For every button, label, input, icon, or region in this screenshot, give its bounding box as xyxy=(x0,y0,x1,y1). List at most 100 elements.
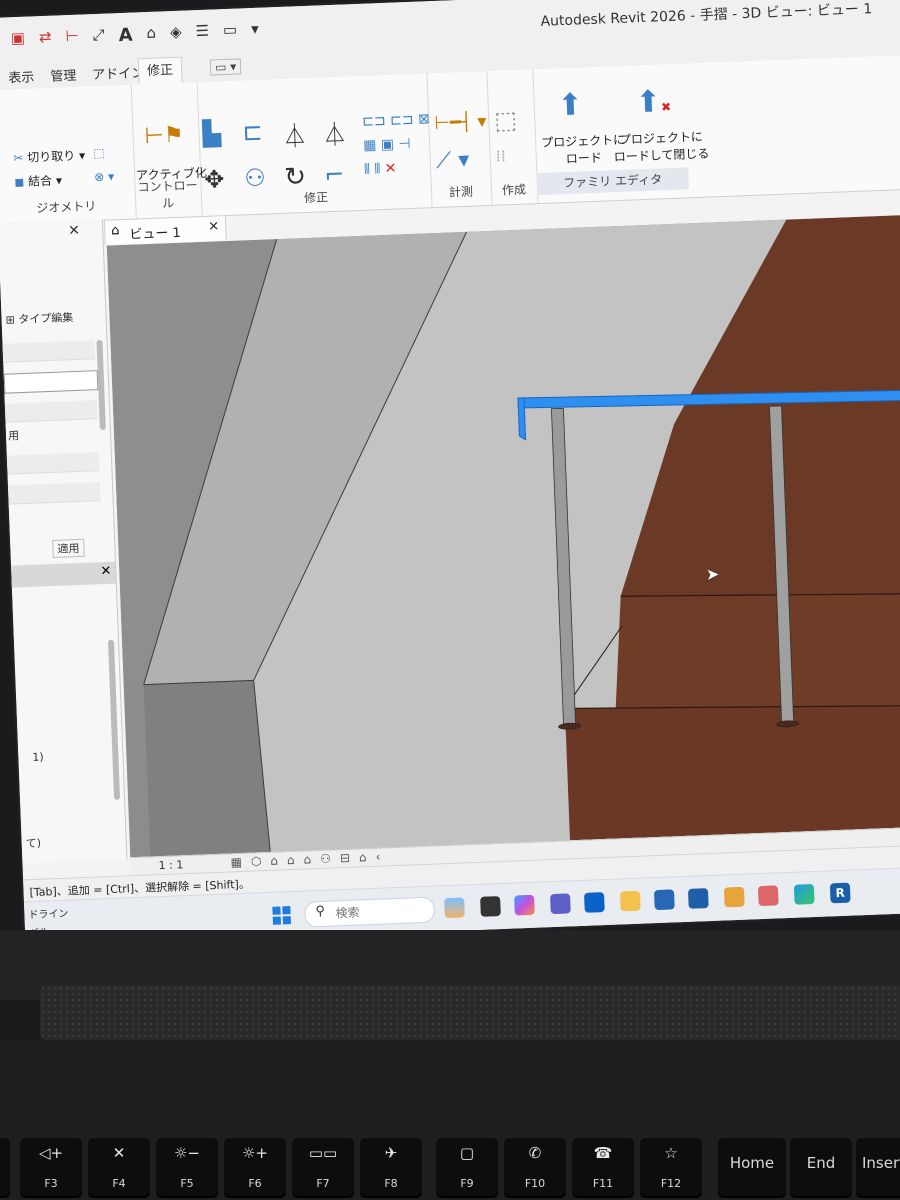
measure-icon[interactable]: ⤢ xyxy=(92,26,105,47)
dimension-icon[interactable]: ⊢ xyxy=(65,27,79,48)
split-icon[interactable]: ⊏⊐ ⊏⊐ ⊠ ▦ ▣ ⊣ ⫴ ⫴ ✕ xyxy=(362,107,432,182)
key-f8[interactable]: ✈ F8 xyxy=(360,1138,422,1196)
photos-icon[interactable] xyxy=(757,885,779,907)
property-row[interactable] xyxy=(4,400,98,423)
mirror-pick-icon[interactable]: ⏃ xyxy=(282,116,307,152)
create-parts-icon[interactable]: ⁞⁞ xyxy=(495,146,506,165)
aligned-dimension-icon[interactable]: ⟋ ▾ xyxy=(435,148,469,174)
cope-icon[interactable]: ⬚ xyxy=(93,146,105,160)
arrow-app-icon[interactable] xyxy=(687,888,709,909)
measure-panel-label: 計測 xyxy=(448,184,474,200)
list-icon[interactable]: ☰ xyxy=(195,22,209,44)
home-icon[interactable]: ⌂ xyxy=(146,24,156,45)
create-group-icon[interactable]: ⬚ xyxy=(494,106,518,135)
tab-manage[interactable]: 管理 xyxy=(50,65,77,85)
wall-joins-icon[interactable]: ⊗ ▾ xyxy=(94,169,114,184)
key-f4[interactable]: ✕ F4 xyxy=(88,1138,150,1196)
browser-close-icon[interactable]: ✕ xyxy=(100,564,111,579)
apply-button[interactable]: 適用 xyxy=(52,538,85,558)
trim-icon[interactable]: ⌐ xyxy=(324,161,345,190)
control-panel: ⊢⚑ アクティブ化 コントロール xyxy=(130,82,207,219)
key-label: F9 xyxy=(460,1177,474,1190)
create-panel: ⬚ ⁞⁞ 作成 xyxy=(486,69,539,205)
measure-between-icon[interactable]: ⊢━┤ ▾ xyxy=(434,111,487,134)
geometry-panel: ✂ 切り取り ▾ ◼ 結合 ▾ ⬚ ⊗ ▾ ジオメトリ xyxy=(0,84,137,224)
move-icon[interactable]: ✥ xyxy=(204,165,225,194)
align-icon[interactable]: ▙ xyxy=(202,119,222,148)
key-label: F10 xyxy=(524,1177,546,1190)
geometry-panel-label: ジオメトリ xyxy=(36,199,97,216)
view-tab-close-icon[interactable]: ✕ xyxy=(208,219,219,234)
key-f10[interactable]: ✆ F10 xyxy=(504,1138,566,1196)
view-tab[interactable]: ⌂ ビュー 1 ✕ xyxy=(103,215,227,245)
browser-scrollbar[interactable] xyxy=(107,639,121,800)
key-f3[interactable]: ◁+ F3 xyxy=(20,1138,82,1196)
key-home[interactable]: Home xyxy=(718,1138,786,1196)
load-and-close-button[interactable]: プロジェクトに ロードして閉じる xyxy=(613,129,710,167)
search-input[interactable] xyxy=(335,900,426,923)
file-explorer-icon[interactable] xyxy=(619,890,641,912)
baluster-hole xyxy=(776,720,800,728)
view-scale[interactable]: 1 : 1 xyxy=(158,858,183,872)
taskbar-widget-line1: ドライン xyxy=(28,908,69,922)
join-icon: ◼ xyxy=(14,174,25,190)
switch-windows-icon[interactable]: ▭ xyxy=(223,21,238,43)
edge-icon[interactable] xyxy=(793,884,815,905)
key-end[interactable]: End xyxy=(790,1138,852,1196)
key-f9[interactable]: ▢ F9 xyxy=(436,1138,498,1196)
cut-button[interactable]: ✂ 切り取り ▾ xyxy=(13,146,85,166)
tab-modify[interactable]: 修正 xyxy=(137,56,183,86)
key-label: F5 xyxy=(180,1177,194,1190)
tab-addins[interactable]: アドイン xyxy=(92,62,145,83)
windows-start-icon[interactable] xyxy=(272,906,292,925)
store-icon[interactable] xyxy=(653,889,675,911)
key-f6[interactable]: ☼+ F6 xyxy=(224,1138,286,1196)
handrail-end-cap[interactable] xyxy=(517,397,527,441)
key-f11[interactable]: ☎ F11 xyxy=(572,1138,634,1196)
key-f12[interactable]: ☆ F12 xyxy=(640,1138,702,1196)
key-insert[interactable]: Insert xyxy=(856,1138,900,1196)
copy-icon[interactable]: ⚇ xyxy=(244,164,267,193)
property-value-field[interactable] xyxy=(3,370,99,394)
property-row[interactable] xyxy=(7,482,101,505)
key-f5[interactable]: ☼− F5 xyxy=(156,1138,218,1196)
property-row[interactable] xyxy=(6,452,100,475)
view-tab-label: ビュー 1 xyxy=(129,225,182,243)
3d-viewport[interactable]: ➤ xyxy=(106,213,900,858)
join-button[interactable]: ◼ 結合 ▾ xyxy=(14,171,62,190)
call-end-icon: ☎ xyxy=(593,1144,613,1162)
key-label: Home xyxy=(729,1154,775,1172)
copilot-icon[interactable] xyxy=(514,894,535,916)
type-edit-button[interactable]: ⊞ タイプ編集 xyxy=(5,309,73,328)
properties-scrollbar[interactable] xyxy=(96,339,106,431)
tab-view[interactable]: 表示 xyxy=(8,66,35,86)
property-row[interactable] xyxy=(2,340,96,363)
call-answer-icon: ✆ xyxy=(528,1144,542,1162)
delete-icon[interactable]: ✕ xyxy=(384,161,396,177)
key-partial[interactable] xyxy=(0,1138,10,1196)
revit-icon[interactable]: R xyxy=(829,882,851,904)
wall-end-face xyxy=(143,680,271,857)
weather-island-icon[interactable] xyxy=(444,897,465,919)
taskbar-search-box[interactable]: ⚲ xyxy=(304,896,436,928)
properties-close-icon[interactable]: ✕ xyxy=(68,223,80,239)
brightness-up-icon: ☼+ xyxy=(241,1144,268,1162)
drive-icon[interactable] xyxy=(723,886,745,908)
offset-icon[interactable]: ⊏ xyxy=(242,118,263,147)
outlook-icon[interactable] xyxy=(584,892,605,913)
search-icon: ⚲ xyxy=(315,903,326,920)
mic-mute-icon: ◁+ xyxy=(38,1144,64,1162)
qat-dropdown-icon[interactable]: ▾ xyxy=(251,20,259,41)
sync-icon[interactable]: ⇄ xyxy=(39,28,52,49)
teams-icon[interactable] xyxy=(550,893,571,915)
activate-icon: ⊢⚑ xyxy=(144,122,185,150)
text-tool-icon[interactable]: A xyxy=(118,25,133,47)
param-text-1: 1) xyxy=(32,750,44,764)
task-view-icon[interactable] xyxy=(480,896,501,917)
key-f7[interactable]: ▭▭ F7 xyxy=(292,1138,354,1196)
pin-icon[interactable]: ◈ xyxy=(170,23,182,44)
key-label: F4 xyxy=(112,1177,126,1190)
tab-overflow-dropdown[interactable]: ▭ ▾ xyxy=(209,58,242,76)
save-icon[interactable]: ▣ xyxy=(10,29,25,51)
mirror-draw-icon[interactable]: ⏃ xyxy=(322,114,347,150)
